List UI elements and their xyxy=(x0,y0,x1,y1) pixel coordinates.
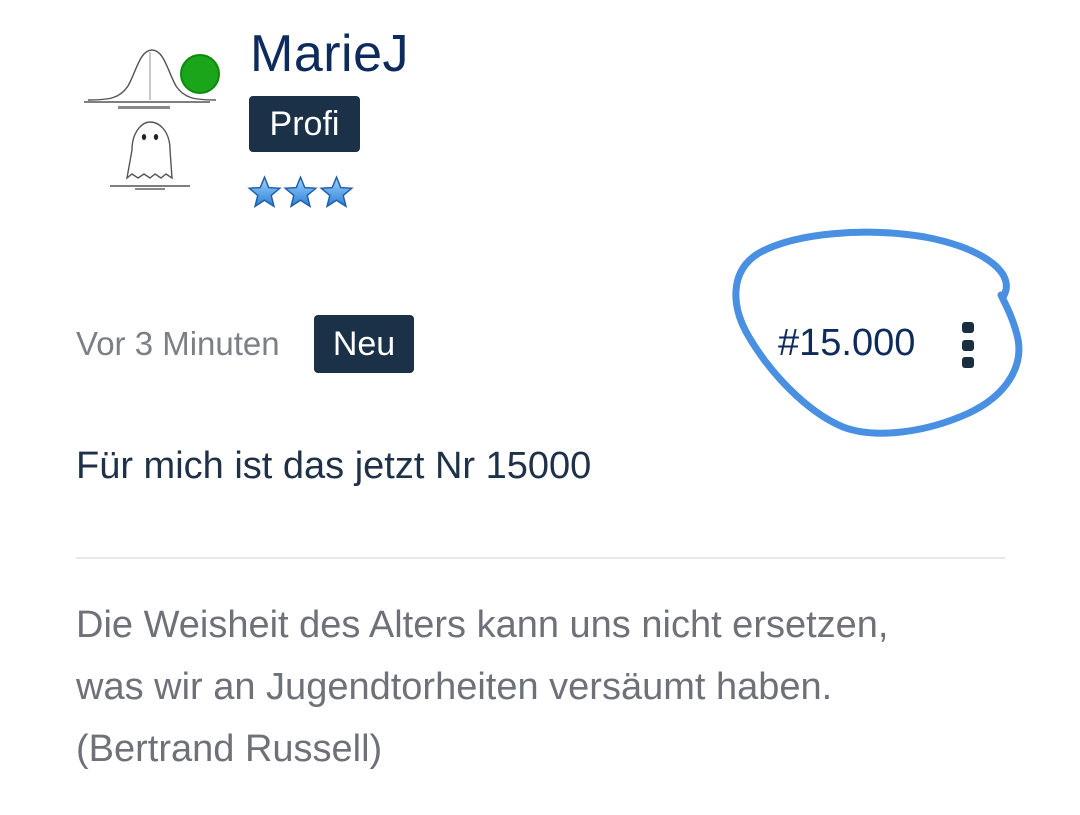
star-rating xyxy=(247,175,354,211)
rank-badge: Profi xyxy=(249,96,360,152)
signature-line: (Bertrand Russell) xyxy=(76,728,383,770)
user-signature: Die Weisheit des Alters kann uns nicht e… xyxy=(76,594,1016,780)
signature-divider xyxy=(76,557,1005,559)
post-body: Für mich ist das jetzt Nr 15000 xyxy=(76,445,592,487)
star-icon xyxy=(283,175,318,208)
star-icon xyxy=(319,175,354,208)
post-timestamp: Vor 3 Minuten xyxy=(76,325,280,362)
signature-line: Die Weisheit des Alters kann uns nicht e… xyxy=(76,604,889,646)
online-status-indicator xyxy=(180,54,220,94)
post-number-link[interactable]: #15.000 xyxy=(778,320,915,366)
new-badge: Neu xyxy=(314,315,414,373)
signature-line: was wir an Jugendtorheiten versäumt habe… xyxy=(76,666,833,708)
kebab-menu-icon[interactable] xyxy=(956,322,980,368)
username[interactable]: MarieJ xyxy=(250,24,409,84)
star-icon xyxy=(247,175,282,208)
